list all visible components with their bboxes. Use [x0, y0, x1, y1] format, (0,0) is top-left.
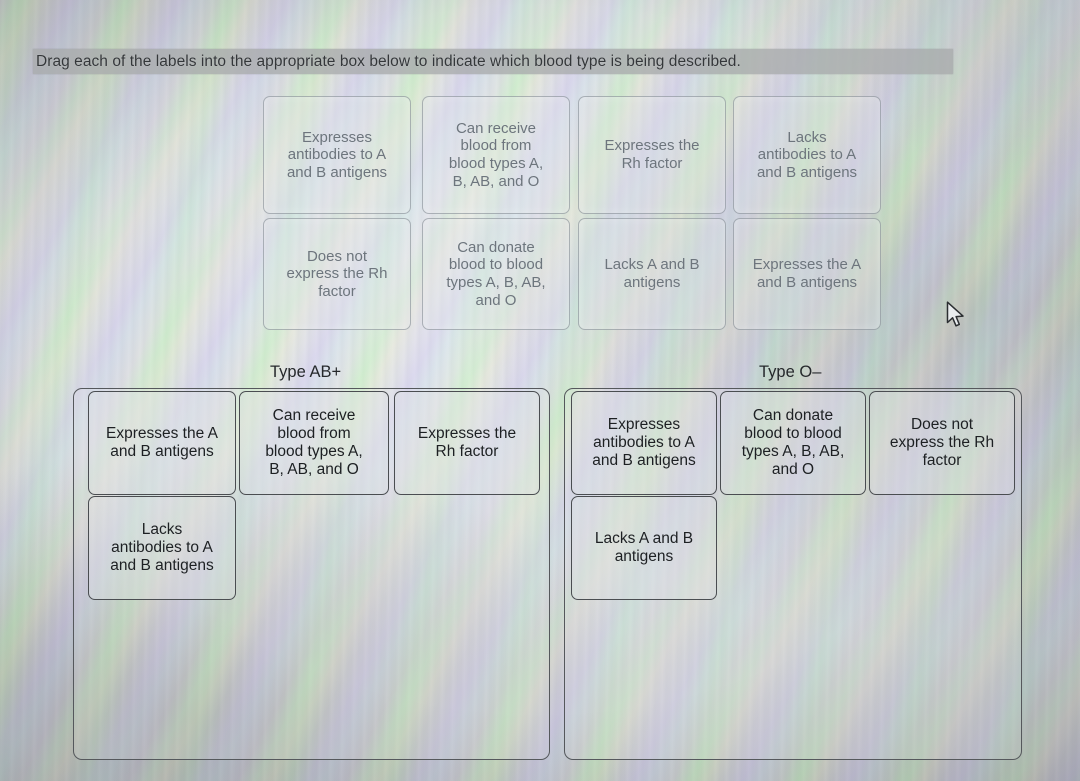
bank-label-text: Can donate blood to blood types A, B, AB…: [446, 238, 546, 309]
bank-label-can-receive-all[interactable]: Can receive blood from blood types A, B,…: [422, 96, 570, 214]
placed-label-text: Lacks A and B antigens: [594, 529, 694, 565]
placed-label-text: Does not express the Rh factor: [889, 415, 995, 470]
placed-label-text: Expresses the A and B antigens: [105, 424, 218, 460]
bank-label-text: Expresses antibodies to A and B antigens: [286, 128, 388, 181]
bank-label-expresses-rh[interactable]: Expresses the Rh factor: [578, 96, 726, 214]
placed-label-text: Expresses antibodies to A and B antigens: [592, 415, 696, 470]
placed-label-lacks-a-and-b-antigens[interactable]: Lacks A and B antigens: [571, 496, 717, 600]
placed-label-expresses-antibodies-ab[interactable]: Expresses antibodies to A and B antigens: [571, 391, 717, 495]
bank-label-expresses-antibodies-ab[interactable]: Expresses antibodies to A and B antigens: [263, 96, 411, 214]
bank-label-lacks-antibodies-ab[interactable]: Lacks antibodies to A and B antigens: [733, 96, 881, 214]
bank-label-does-not-express-rh[interactable]: Does not express the Rh factor: [263, 218, 411, 330]
bank-label-text: Expresses the Rh factor: [604, 137, 700, 172]
placed-label-can-donate-all[interactable]: Can donate blood to blood types A, B, AB…: [720, 391, 866, 495]
bank-label-expresses-a-and-b[interactable]: Expresses the A and B antigens: [733, 218, 881, 330]
placed-label-lacks-antibodies-ab[interactable]: Lacks antibodies to A and B antigens: [88, 496, 236, 600]
bank-label-can-donate-all[interactable]: Can donate blood to blood types A, B, AB…: [422, 218, 570, 330]
zone-heading-type-o-negative: Type O–: [759, 363, 822, 381]
placed-label-text: Can receive blood from blood types A, B,…: [265, 406, 363, 479]
bank-label-text: Can receive blood from blood types A, B,…: [448, 119, 544, 190]
instruction-text: Drag each of the labels into the appropr…: [36, 52, 741, 70]
placed-label-does-not-express-rh[interactable]: Does not express the Rh factor: [869, 391, 1015, 495]
instruction-bar: Drag each of the labels into the appropr…: [33, 49, 953, 74]
bank-label-text: Does not express the Rh factor: [286, 247, 388, 300]
bank-label-text: Lacks antibodies to A and B antigens: [756, 128, 858, 181]
placed-label-text: Expresses the Rh factor: [417, 424, 517, 460]
placed-label-expresses-a-and-b[interactable]: Expresses the A and B antigens: [88, 391, 236, 495]
bank-label-lacks-a-and-b-antigens[interactable]: Lacks A and B antigens: [578, 218, 726, 330]
placed-label-can-receive-all[interactable]: Can receive blood from blood types A, B,…: [239, 391, 389, 495]
bank-label-text: Expresses the A and B antigens: [752, 256, 862, 291]
placed-label-text: Lacks antibodies to A and B antigens: [110, 520, 214, 575]
placed-label-expresses-rh[interactable]: Expresses the Rh factor: [394, 391, 540, 495]
zone-heading-type-ab-positive: Type AB+: [270, 363, 342, 381]
mouse-pointer-icon: [946, 301, 968, 331]
placed-label-text: Can donate blood to blood types A, B, AB…: [741, 406, 845, 479]
bank-label-text: Lacks A and B antigens: [604, 256, 700, 291]
activity-canvas: Drag each of the labels into the appropr…: [0, 0, 1080, 781]
